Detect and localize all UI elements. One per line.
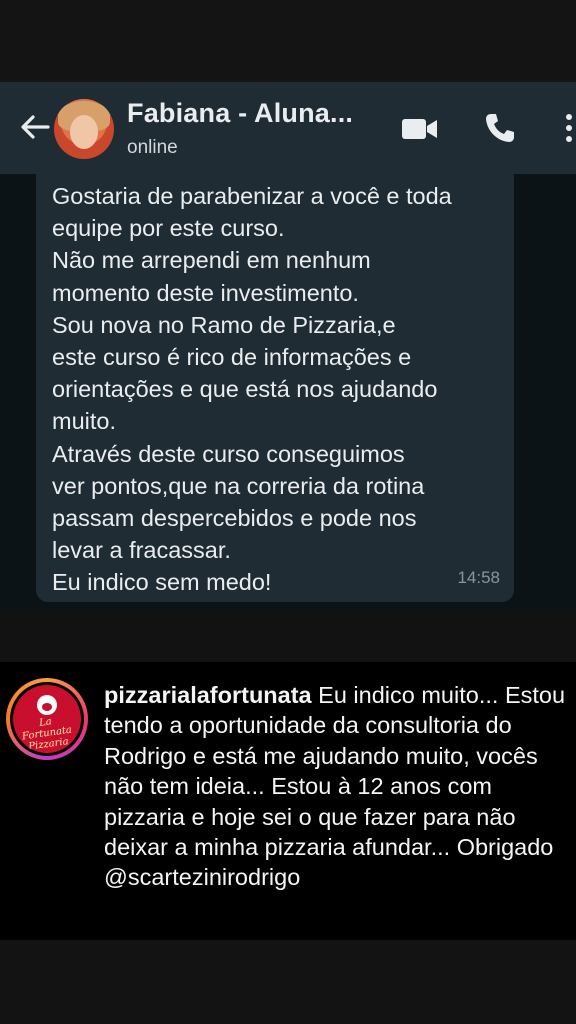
message-time: 14:58: [457, 568, 500, 587]
pizzeria-logo: La Fortunata Pizzaria: [13, 685, 81, 753]
chef-logo-icon: [37, 695, 57, 715]
top-black-band: [0, 0, 576, 82]
contact-avatar[interactable]: [54, 99, 114, 159]
contact-name[interactable]: Fabiana - Aluna...: [127, 98, 353, 129]
comment-text: Eu indico muito... Estou tendo a oportun…: [104, 682, 566, 891]
chat-header: Fabiana - Aluna... online: [0, 82, 576, 174]
back-arrow-icon[interactable]: [18, 112, 52, 142]
contact-status: online: [127, 137, 178, 158]
message-text: Gostaria de parabenizar a você e toda eq…: [52, 183, 452, 596]
logo-text: La Fortunata Pizzaria: [21, 716, 73, 753]
message-bubble[interactable]: Gostaria de parabenizar a você e toda eq…: [36, 162, 514, 602]
comment-body: pizzarialafortunata Eu indico muito... E…: [104, 680, 566, 893]
bottom-black-band: [0, 940, 576, 1024]
more-vertical-icon[interactable]: [562, 112, 576, 144]
whatsapp-chat-screen: Fabiana - Aluna... online Gostaria de pa…: [0, 82, 576, 610]
screenshot-page: Fabiana - Aluna... online Gostaria de pa…: [0, 0, 576, 1024]
instagram-comment: La Fortunata Pizzaria pizzarialafortunat…: [0, 662, 576, 940]
video-call-icon[interactable]: [402, 118, 438, 140]
avatar-face: [70, 115, 98, 149]
profile-avatar: La Fortunata Pizzaria: [10, 682, 84, 756]
comment-username[interactable]: pizzarialafortunata: [104, 682, 312, 708]
phone-icon[interactable]: [484, 112, 516, 144]
story-ring[interactable]: La Fortunata Pizzaria: [6, 678, 88, 760]
